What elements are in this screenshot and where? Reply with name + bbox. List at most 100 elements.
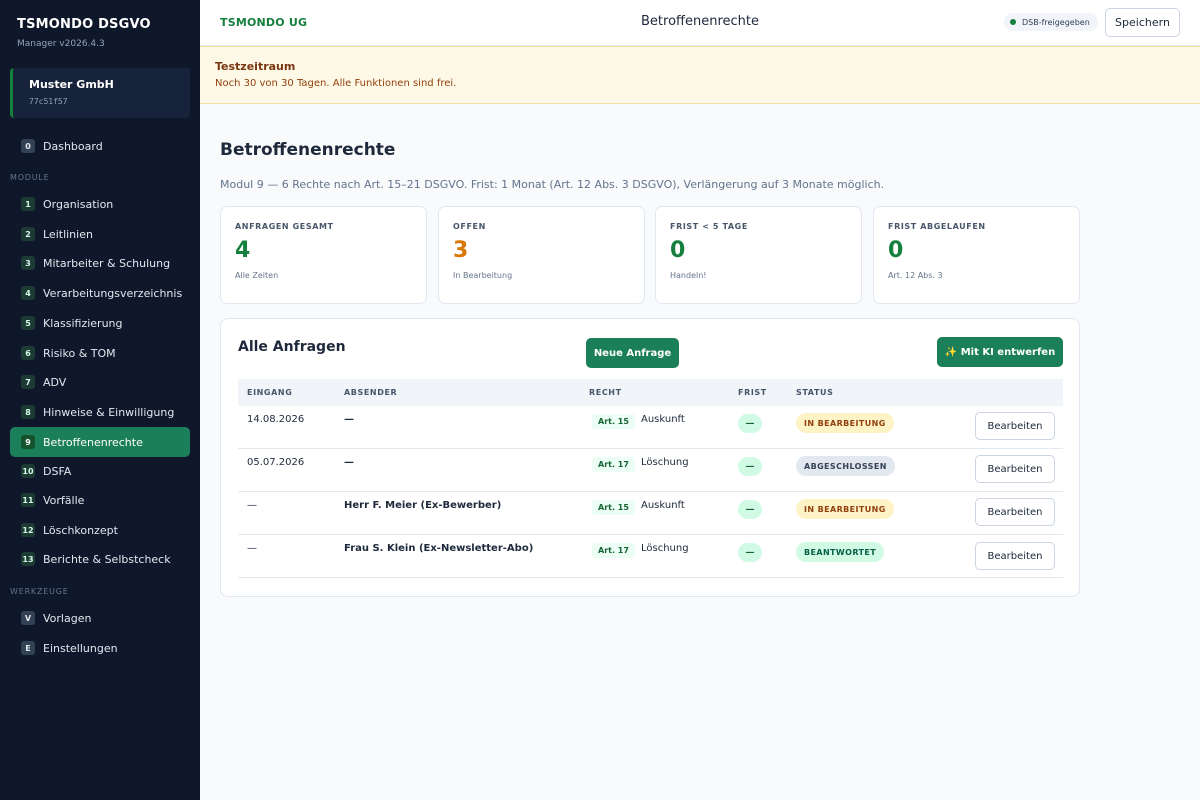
sidebar-item-betroffenenrechte[interactable]: 9 Betroffenenrechte xyxy=(10,427,190,457)
sidebar-item-berichte[interactable]: 13 Berichte & Selbstcheck xyxy=(10,545,190,573)
table-row: 14.08.2026 — Art. 15 Auskunft — IN BEARB… xyxy=(238,406,1063,449)
save-button[interactable]: Speichern xyxy=(1105,8,1180,37)
column-header-recht: RECHT xyxy=(589,388,622,397)
stat-label: ANFRAGEN GESAMT xyxy=(235,222,334,231)
ai-draft-button[interactable]: ✨ Mit KI entwerfen xyxy=(937,337,1063,367)
frist-pill: — xyxy=(738,457,762,476)
nav-badge: V xyxy=(21,611,35,625)
nav-badge: 7 xyxy=(21,375,35,389)
nav-badge: 1 xyxy=(21,197,35,211)
sidebar-item-vorfaelle[interactable]: 11 Vorfälle xyxy=(10,486,190,514)
organization-card[interactable]: Muster GmbH 77c51f57 xyxy=(10,68,190,118)
sidebar-item-verarbeitungsverzeichnis[interactable]: 4 Verarbeitungsverzeichnis xyxy=(10,279,190,307)
edit-button[interactable]: Bearbeiten xyxy=(975,498,1055,526)
nav-badge: 6 xyxy=(21,346,35,360)
cell-eingang: — xyxy=(247,543,257,554)
frist-pill: — xyxy=(738,543,762,562)
stat-label: FRIST < 5 TAGE xyxy=(670,222,748,231)
cell-eingang: 14.08.2026 xyxy=(247,414,305,425)
sidebar-item-risiko-tom[interactable]: 6 Risiko & TOM xyxy=(10,339,190,367)
sidebar-item-label: Betroffenenrechte xyxy=(43,435,143,449)
organization-name: Muster GmbH xyxy=(29,78,114,91)
sidebar-item-label: DSFA xyxy=(43,464,72,478)
trial-text: Noch 30 von 30 Tagen. Alle Funktionen si… xyxy=(215,78,457,89)
stat-label: FRIST ABGELAUFEN xyxy=(888,222,986,231)
sidebar-item-label: Organisation xyxy=(43,197,114,211)
article-chip: Art. 17 xyxy=(592,543,635,558)
edit-button[interactable]: Bearbeiten xyxy=(975,412,1055,440)
nav-badge: 13 xyxy=(21,552,35,566)
nav-badge: 3 xyxy=(21,256,35,270)
stat-subtext: In Bearbeitung xyxy=(453,271,513,280)
sidebar: TSMONDO DSGVO Manager v2026.4.3 Muster G… xyxy=(0,0,200,800)
sidebar-item-hinweise[interactable]: 8 Hinweise & Einwilligung xyxy=(10,398,190,426)
sidebar-item-organisation[interactable]: 1 Organisation xyxy=(10,190,190,218)
stat-value: 4 xyxy=(235,238,251,263)
table-row: — Frau S. Klein (Ex-Newsletter-Abo) Art.… xyxy=(238,535,1063,578)
article-chip: Art. 15 xyxy=(592,414,635,429)
sidebar-item-dsfa[interactable]: 10 DSFA xyxy=(10,457,190,485)
column-header-frist: FRIST xyxy=(738,388,767,397)
nav-badge: 12 xyxy=(21,523,35,537)
sidebar-item-einstellungen[interactable]: E Einstellungen xyxy=(10,634,190,662)
nav-badge: 5 xyxy=(21,316,35,330)
sidebar-item-klassifizierung[interactable]: 5 Klassifizierung xyxy=(10,309,190,337)
sidebar-item-loeschkonzept[interactable]: 12 Löschkonzept xyxy=(10,516,190,544)
section-label-werkzeuge: WERKZEUGE xyxy=(10,587,69,596)
status-dot-icon xyxy=(1010,19,1016,25)
cell-recht: Löschung xyxy=(641,457,689,468)
brand-title: TSMONDO DSGVO xyxy=(17,17,151,32)
sidebar-item-mitarbeiter[interactable]: 3 Mitarbeiter & Schulung xyxy=(10,249,190,277)
column-header-status: STATUS xyxy=(796,388,834,397)
sidebar-item-label: Mitarbeiter & Schulung xyxy=(43,256,171,270)
edit-button[interactable]: Bearbeiten xyxy=(975,455,1055,483)
stat-subtext: Handeln! xyxy=(670,271,707,280)
sidebar-item-vorlagen[interactable]: V Vorlagen xyxy=(10,604,190,632)
sidebar-item-leitlinien[interactable]: 2 Leitlinien xyxy=(10,220,190,248)
article-chip: Art. 17 xyxy=(592,457,635,472)
sidebar-item-adv[interactable]: 7 ADV xyxy=(10,368,190,396)
topbar: TSMONDO UG Betroffenenrechte DSB-freigeg… xyxy=(200,0,1200,46)
cell-eingang: 05.07.2026 xyxy=(247,457,305,468)
sidebar-item-label: Risiko & TOM xyxy=(43,346,116,360)
page-description: Modul 9 — 6 Rechte nach Art. 15–21 DSGVO… xyxy=(220,178,885,191)
nav-badge: 2 xyxy=(21,227,35,241)
brand: TSMONDO DSGVO Manager v2026.4.3 xyxy=(17,17,151,49)
page-title: Betroffenenrechte xyxy=(220,140,396,160)
sidebar-item-label: Verarbeitungsverzeichnis xyxy=(43,286,183,300)
nav-badge: 8 xyxy=(21,405,35,419)
status-badge: ABGESCHLOSSEN xyxy=(796,456,895,476)
stat-value: 3 xyxy=(453,238,469,263)
trial-banner: Testzeitraum Noch 30 von 30 Tagen. Alle … xyxy=(200,46,1200,104)
sidebar-item-label: Berichte & Selbstcheck xyxy=(43,552,171,566)
article-chip: Art. 15 xyxy=(592,500,635,515)
trial-title: Testzeitraum xyxy=(215,60,296,73)
edit-button[interactable]: Bearbeiten xyxy=(975,542,1055,570)
status-badge: IN BEARBEITUNG xyxy=(796,499,894,519)
stat-card-deadline-expired: FRIST ABGELAUFEN 0 Art. 12 Abs. 3 xyxy=(873,206,1080,304)
sidebar-item-label: Leitlinien xyxy=(43,227,93,241)
stat-card-open: OFFEN 3 In Bearbeitung xyxy=(438,206,645,304)
new-request-button[interactable]: Neue Anfrage xyxy=(586,338,679,368)
cell-recht: Auskunft xyxy=(641,414,685,425)
frist-pill: — xyxy=(738,500,762,519)
stat-label: OFFEN xyxy=(453,222,486,231)
stat-subtext: Alle Zeiten xyxy=(235,271,279,280)
sidebar-item-label: Einstellungen xyxy=(43,641,118,655)
stat-card-deadline-soon: FRIST < 5 TAGE 0 Handeln! xyxy=(655,206,862,304)
nav-badge: 10 xyxy=(21,464,35,478)
nav-badge: 9 xyxy=(21,435,35,449)
requests-title: Alle Anfragen xyxy=(238,339,346,355)
sidebar-item-label: ADV xyxy=(43,375,67,389)
table-header: EINGANG ABSENDER RECHT FRIST STATUS xyxy=(238,379,1063,406)
sidebar-item-dashboard[interactable]: 0 Dashboard xyxy=(10,132,190,160)
stat-card-total: ANFRAGEN GESAMT 4 Alle Zeiten xyxy=(220,206,427,304)
status-badge: BEANTWORTET xyxy=(796,542,885,562)
sidebar-item-label: Vorfälle xyxy=(43,493,85,507)
cell-absender: — xyxy=(344,457,354,468)
frist-pill: — xyxy=(738,414,762,433)
sidebar-item-label: Dashboard xyxy=(43,139,103,153)
cell-eingang: — xyxy=(247,500,257,511)
table-row: 05.07.2026 — Art. 17 Löschung — ABGESCHL… xyxy=(238,449,1063,492)
nav-badge: 0 xyxy=(21,139,35,153)
